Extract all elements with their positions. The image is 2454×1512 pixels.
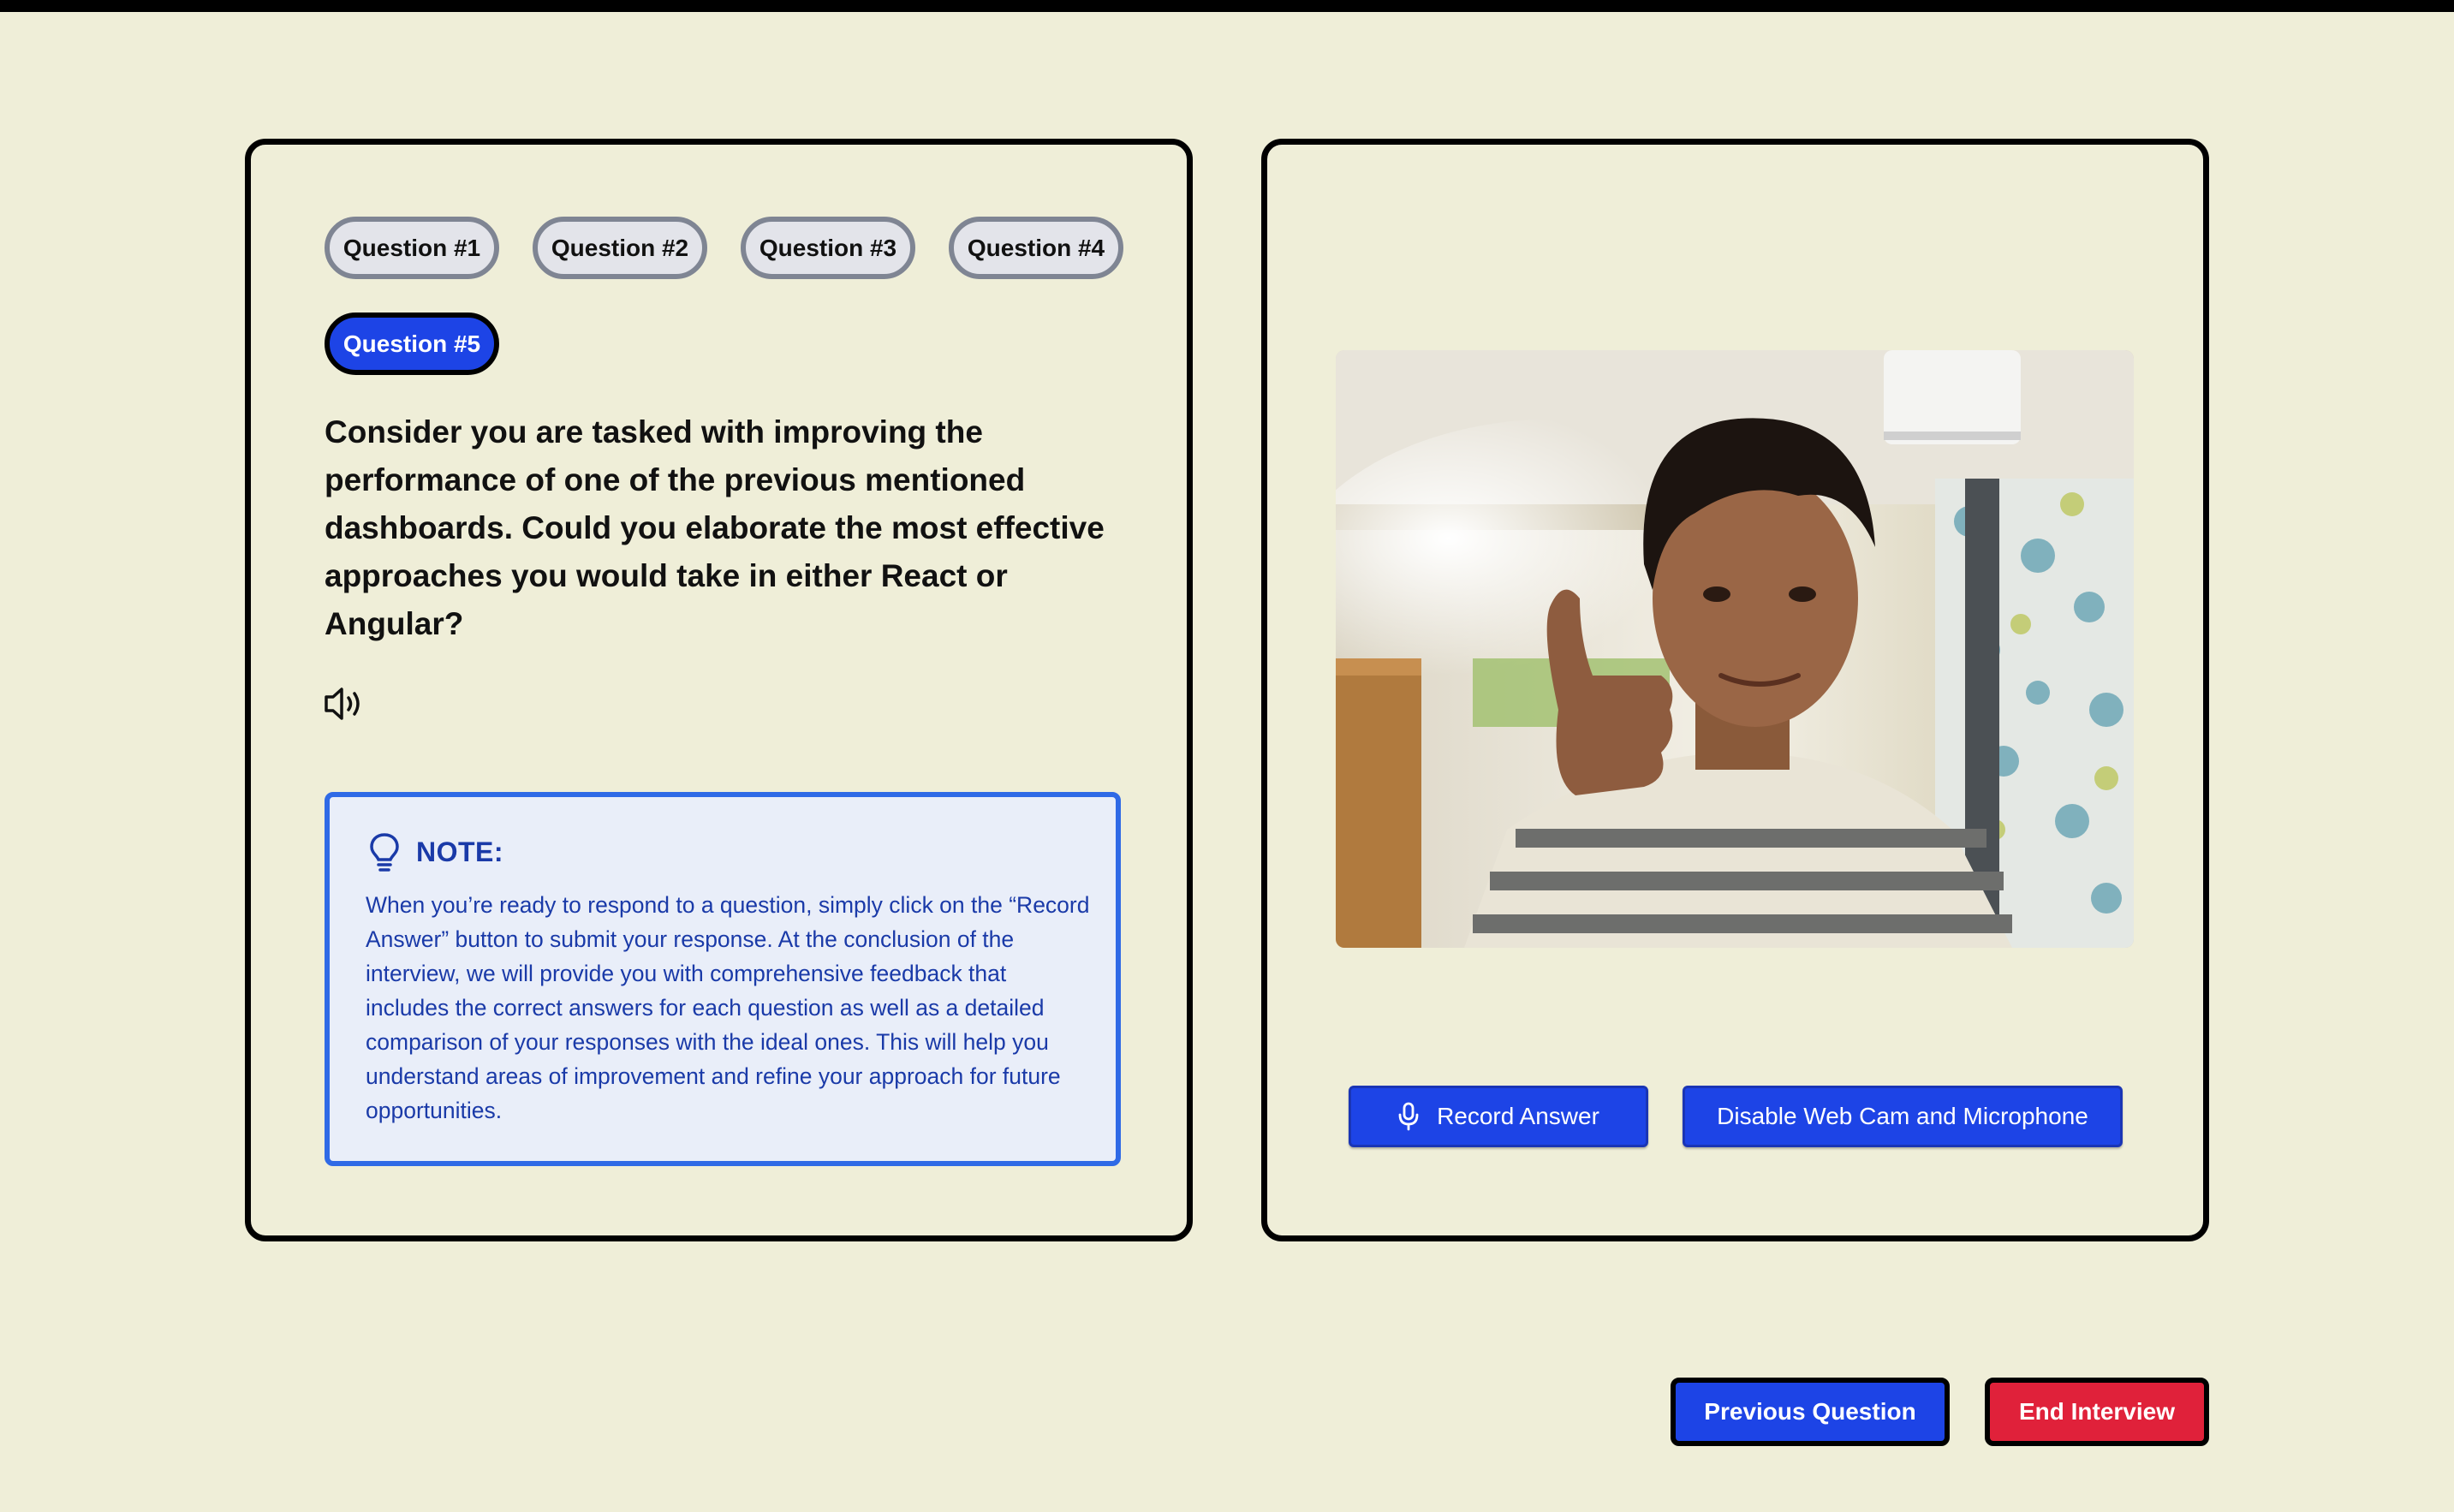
previous-question-button[interactable]: Previous Question xyxy=(1671,1378,1950,1446)
record-answer-label: Record Answer xyxy=(1437,1103,1599,1129)
note-body: When you’re ready to respond to a questi… xyxy=(366,892,1090,1123)
tab-question-3[interactable]: Question #3 xyxy=(741,217,915,279)
tab-question-1[interactable]: Question #1 xyxy=(325,217,499,279)
end-interview-button[interactable]: End Interview xyxy=(1985,1378,2209,1446)
note-title: NOTE: xyxy=(416,836,504,867)
disable-webcam-button[interactable]: Disable Web Cam and Microphone xyxy=(1683,1086,2123,1147)
lightbulb-icon xyxy=(367,831,402,874)
tab-question-4[interactable]: Question #4 xyxy=(949,217,1123,279)
webcam-feed xyxy=(1336,350,2134,948)
question-panel: Question #1 Question #2 Question #3 Ques… xyxy=(245,139,1193,1241)
record-answer-button[interactable]: Record Answer xyxy=(1349,1086,1648,1147)
top-bar xyxy=(0,0,2454,12)
disable-webcam-label: Disable Web Cam and Microphone xyxy=(1717,1103,2088,1129)
speaker-icon[interactable] xyxy=(323,684,369,723)
tab-question-5[interactable]: Question #5 xyxy=(325,313,499,375)
microphone-icon xyxy=(1397,1102,1420,1131)
note-box: NOTE: When you’re ready to respond to a … xyxy=(325,792,1121,1166)
question-text: Consider you are tasked with improving t… xyxy=(325,414,1105,641)
tab-question-2[interactable]: Question #2 xyxy=(533,217,707,279)
webcam-panel: Record Answer Disable Web Cam and Microp… xyxy=(1261,139,2209,1241)
